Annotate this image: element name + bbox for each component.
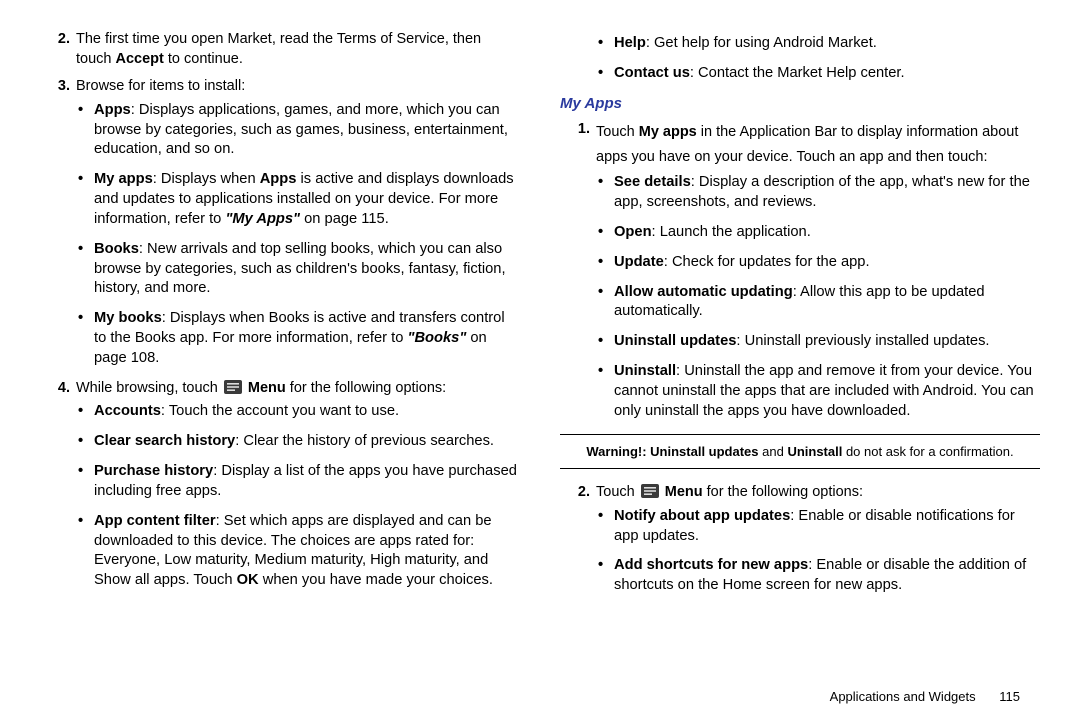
step-body-post: for the following options: [290,380,446,396]
my-apps-step-1: 1. Touch My apps in the Application Bar … [560,120,1040,422]
list-item: Uninstall: Uninstall the app and remove … [596,362,1040,422]
list-item: Accounts: Touch the account you want to … [76,402,520,422]
list-item: Uninstall updates: Uninstall previously … [596,332,1040,352]
section-heading-my-apps: My Apps [560,94,1040,114]
menu-label: Menu [248,380,286,396]
left-column: 2. The first time you open Market, read … [40,30,540,700]
step-2: 2. The first time you open Market, read … [40,30,520,69]
footer-section: Applications and Widgets [830,689,976,704]
step-4: 4. While browsing, touch Menu for the fo… [40,379,520,591]
right-ordered-list: 1. Touch My apps in the Application Bar … [560,120,1040,422]
step-body-pre: Touch [596,484,639,500]
right-ordered-list-2: 2. Touch Menu for the following options:… [560,483,1040,596]
left-ordered-list: 2. The first time you open Market, read … [40,30,520,591]
list-item: Clear search history: Clear the history … [76,432,520,452]
manual-page: 2. The first time you open Market, read … [0,0,1080,720]
list-item: Books: New arrivals and top selling book… [76,240,520,300]
list-item: Purchase history: Display a list of the … [76,462,520,502]
step-3: 3. Browse for items to install: Apps: Di… [40,77,520,369]
list-item: Allow automatic updating: Allow this app… [596,283,1040,323]
list-item: Apps: Displays applications, games, and … [76,101,520,161]
list-item: App content filter: Set which apps are d… [76,512,520,591]
right-top-bullets: Help: Get help for using Android Market.… [596,34,1040,84]
warning-box: Warning!: Uninstall updates and Uninstal… [560,434,1040,470]
right-column: Help: Get help for using Android Market.… [540,30,1040,700]
my-apps-step-1-bullets: See details: Display a description of th… [596,173,1040,421]
my-apps-step-2-bullets: Notify about app updates: Enable or disa… [596,507,1040,596]
list-item: Add shortcuts for new apps: Enable or di… [596,556,1040,596]
step-body: Browse for items to install: [76,78,245,94]
list-item: Update: Check for updates for the app. [596,253,1040,273]
list-item: Help: Get help for using Android Market. [596,34,1040,54]
step-3-bullets: Apps: Displays applications, games, and … [76,101,520,369]
step-body: Touch My apps in the Application Bar to … [596,124,1018,165]
step-body-post: for the following options: [707,484,863,500]
list-item: See details: Display a description of th… [596,173,1040,213]
step-number: 4. [40,379,70,399]
step-number: 2. [560,483,590,503]
footer-page-number: 115 [999,689,1020,704]
my-apps-step-2: 2. Touch Menu for the following options:… [560,483,1040,596]
page-footer: Applications and Widgets 115 [830,688,1020,706]
step-number: 1. [560,120,590,140]
menu-icon [224,380,242,394]
step-body-pre: While browsing, touch [76,380,222,396]
list-item: Notify about app updates: Enable or disa… [596,507,1040,547]
step-number: 2. [40,30,70,50]
list-item: Open: Launch the application. [596,223,1040,243]
menu-icon [641,484,659,498]
step-body: The first time you open Market, read the… [76,31,481,67]
step-4-bullets: Accounts: Touch the account you want to … [76,402,520,591]
menu-label: Menu [665,484,703,500]
list-item: My apps: Displays when Apps is active an… [76,170,520,230]
list-item: Contact us: Contact the Market Help cent… [596,64,1040,84]
list-item: My books: Displays when Books is active … [76,309,520,369]
step-number: 3. [40,77,70,97]
